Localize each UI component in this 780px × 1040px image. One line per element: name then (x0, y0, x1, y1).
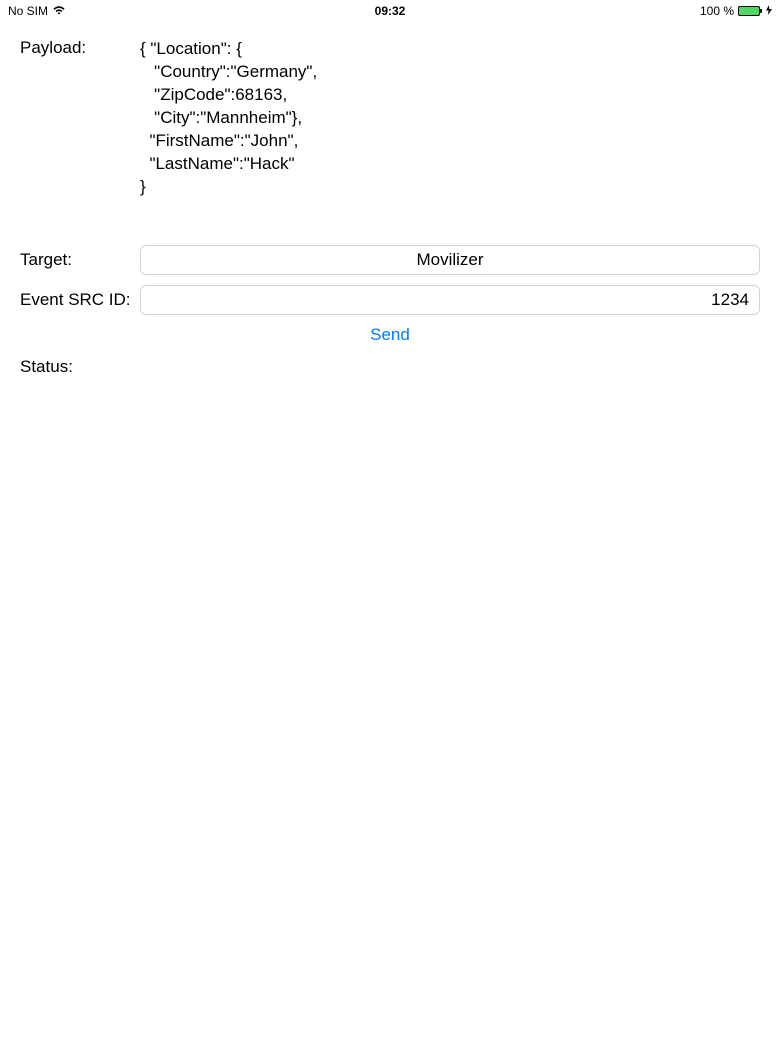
payload-row: Payload: { "Location": { "Country":"Germ… (20, 38, 760, 199)
status-label: Status: (20, 357, 140, 377)
event-src-id-row: Event SRC ID: (20, 285, 760, 315)
target-input[interactable] (140, 245, 760, 275)
status-row: Status: (20, 357, 760, 377)
charging-icon (766, 4, 772, 18)
carrier-text: No SIM (8, 4, 48, 18)
send-button[interactable]: Send (370, 325, 410, 345)
status-bar-right: 100 % (700, 4, 772, 18)
event-src-id-input[interactable] (140, 285, 760, 315)
status-bar-left: No SIM (8, 4, 66, 18)
payload-value: { "Location": { "Country":"Germany", "Zi… (140, 38, 317, 199)
wifi-icon (52, 4, 66, 18)
target-label: Target: (20, 250, 140, 270)
target-row: Target: (20, 245, 760, 275)
status-bar: No SIM 09:32 100 % (0, 0, 780, 22)
battery-percent: 100 % (700, 4, 734, 18)
main-content: Payload: { "Location": { "Country":"Germ… (0, 22, 780, 401)
status-bar-time: 09:32 (375, 4, 406, 18)
event-src-id-label: Event SRC ID: (20, 290, 140, 310)
payload-label: Payload: (20, 38, 140, 58)
battery-icon (738, 6, 762, 16)
